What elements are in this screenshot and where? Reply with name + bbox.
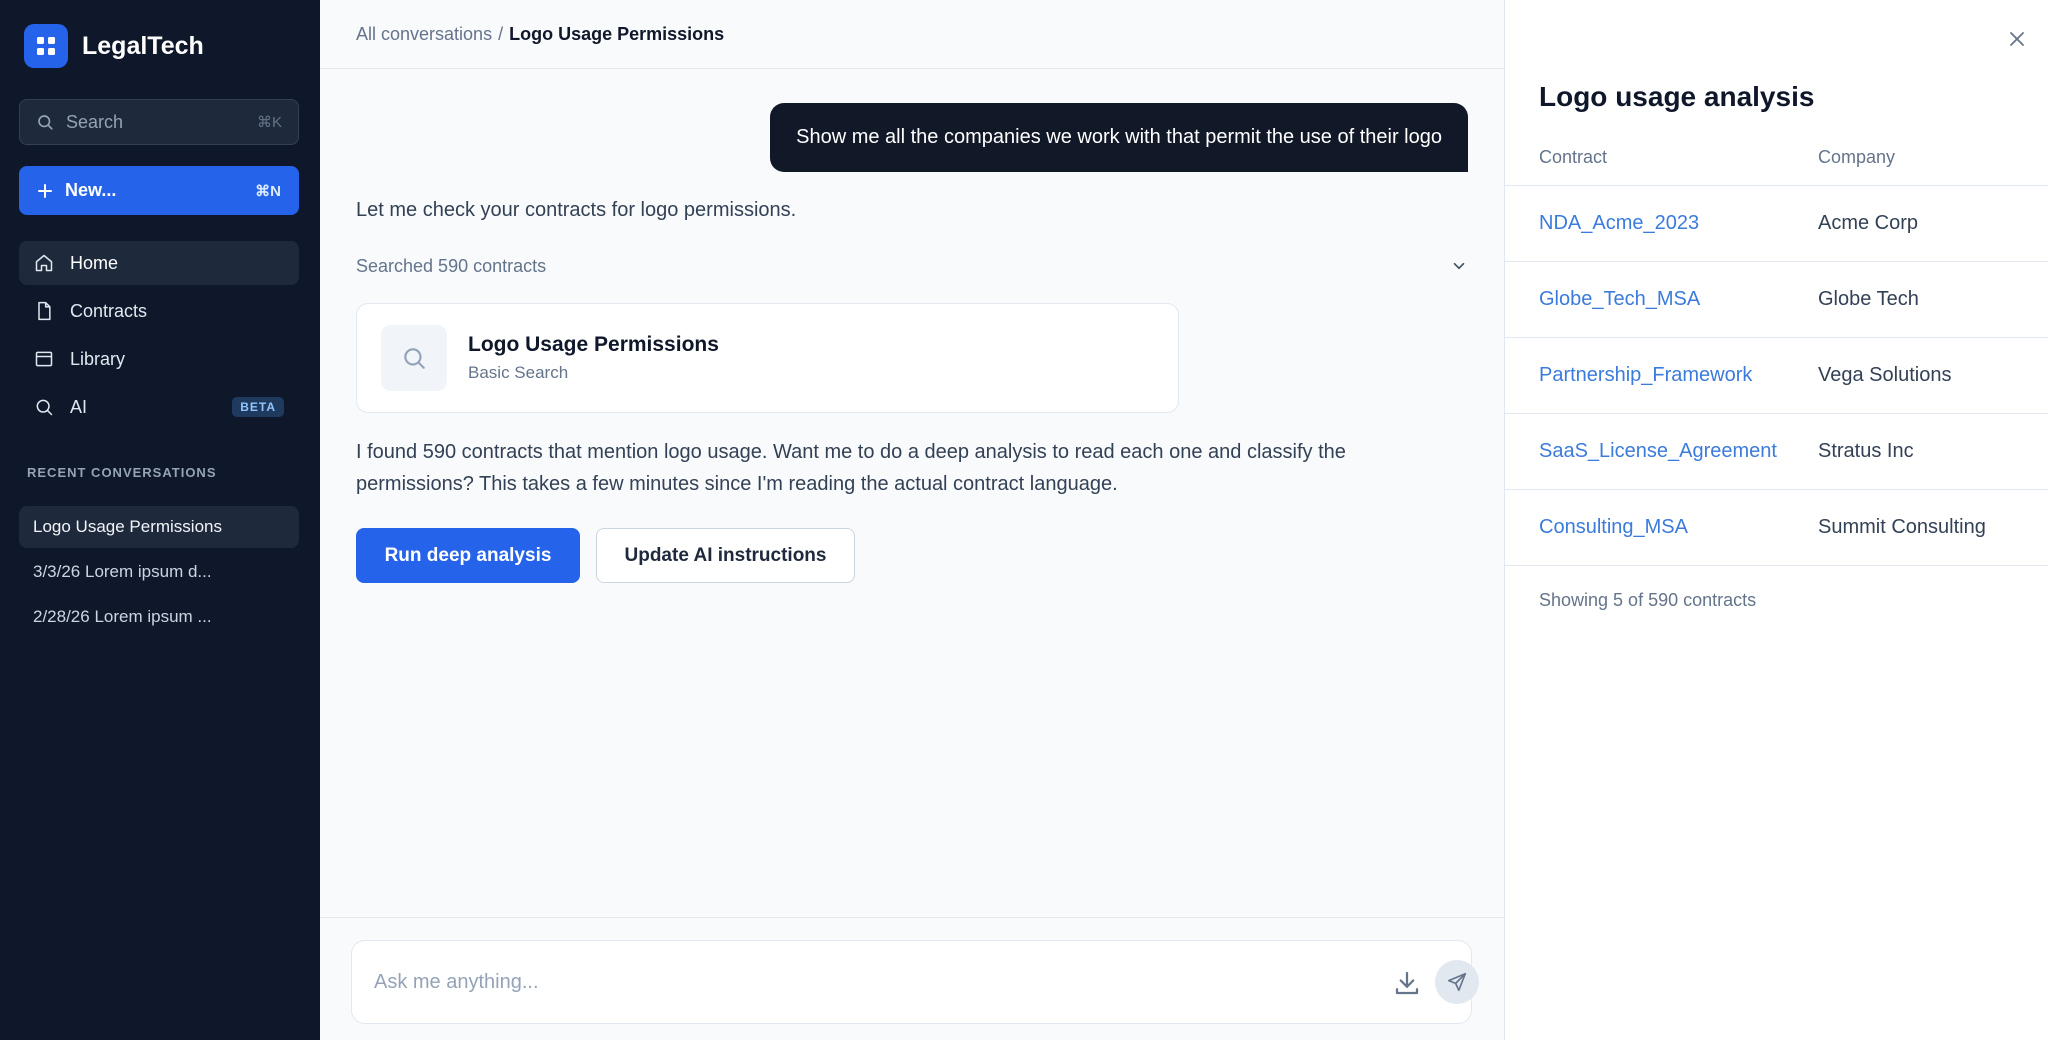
sidebar-item-label: AI: [70, 396, 88, 417]
contract-cell: NDA_Acme_2023: [1505, 212, 1818, 235]
table-row: Consulting_MSA Summit Consulting: [1505, 490, 2048, 566]
beta-badge: BETA: [232, 397, 284, 417]
assistant-message: I found 590 contracts that mention logo …: [356, 441, 1346, 495]
close-icon[interactable]: [2005, 27, 2029, 51]
searched-contracts-toggle[interactable]: Searched 590 contracts: [356, 252, 1468, 280]
recent-conversation-item[interactable]: 3/3/26 Lorem ipsum d...: [19, 551, 299, 593]
table-header: Contract Company: [1505, 130, 2048, 186]
breadcrumb-current: Logo Usage Permissions: [509, 23, 725, 44]
search-label: Search: [66, 111, 124, 132]
column-header-contract: Contract: [1539, 147, 1608, 167]
user-message: Show me all the companies we work with t…: [770, 103, 1468, 172]
results-table: Contract Company NDA_Acme_2023 Acme Corp…: [1505, 130, 2048, 566]
file-icon: [34, 301, 54, 321]
contract-cell: Globe_Tech_MSA: [1505, 288, 1818, 311]
table-row: NDA_Acme_2023 Acme Corp: [1505, 186, 2048, 262]
contract-cell: SaaS_License_Agreement: [1505, 440, 1818, 463]
composer-area: [320, 917, 1504, 1040]
sidebar-item-label: Home: [70, 252, 119, 273]
new-button[interactable]: New... ⌘N: [19, 166, 299, 215]
analysis-panel: Logo usage analysis Contract Company NDA…: [1504, 0, 2048, 1040]
send-button[interactable]: [1435, 960, 1479, 1004]
contract-cell: Consulting_MSA: [1505, 516, 1818, 539]
assistant-message: Let me check your contracts for logo per…: [356, 199, 797, 221]
company-cell: Globe Tech: [1818, 288, 1919, 310]
sidebar-item-contracts[interactable]: Contracts: [19, 289, 299, 333]
panel-title: Logo usage analysis: [1539, 81, 1815, 112]
chevron-down-icon: [1450, 257, 1468, 275]
library-icon: [34, 349, 54, 369]
send-icon: [1446, 971, 1468, 993]
company-cell: Vega Solutions: [1818, 364, 1952, 386]
breadcrumb: All conversations / Logo Usage Permissio…: [320, 0, 1504, 69]
chat-main: All conversations / Logo Usage Permissio…: [320, 0, 1504, 1040]
breadcrumb-parent[interactable]: All conversations: [356, 24, 492, 45]
sidebar-item-library[interactable]: Library: [19, 337, 299, 381]
tool-result-card[interactable]: Logo Usage Permissions Basic Search: [356, 303, 1179, 413]
recent-conversation-item[interactable]: Logo Usage Permissions: [19, 506, 299, 548]
search-icon: [36, 113, 54, 131]
contract-link[interactable]: NDA_Acme_2023: [1539, 212, 1699, 234]
table-row: Partnership_Framework Vega Solutions: [1505, 338, 2048, 414]
sidebar-item-home[interactable]: Home: [19, 241, 299, 285]
contract-link[interactable]: Partnership_Framework: [1539, 364, 1752, 386]
sidebar-item-ai[interactable]: AI BETA: [19, 385, 299, 429]
download-icon[interactable]: [1392, 968, 1422, 998]
company-cell: Stratus Inc: [1818, 440, 1914, 462]
app-name: LegalTech: [82, 31, 204, 60]
sidebar-item-label: Contracts: [70, 300, 148, 321]
sidebar: LegalTech Search ⌘K New... ⌘N Home Contr…: [0, 0, 320, 1040]
app-logo-icon: [24, 24, 68, 68]
new-button-label: New...: [65, 180, 117, 200]
contract-link[interactable]: Globe_Tech_MSA: [1539, 288, 1700, 310]
run-deep-analysis-button[interactable]: Run deep analysis: [356, 528, 580, 583]
company-cell: Summit Consulting: [1818, 516, 1986, 538]
recent-conversations-list: Logo Usage Permissions 3/3/26 Lorem ipsu…: [19, 506, 299, 641]
breadcrumb-separator: /: [498, 23, 504, 44]
sidebar-nav: Home Contracts Library AI BETA: [19, 241, 299, 433]
results-count: Showing 5 of 590 contracts: [1539, 590, 1757, 610]
sidebar-search[interactable]: Search ⌘K: [19, 99, 299, 145]
search-icon: [381, 325, 447, 391]
composer: [351, 940, 1479, 1024]
update-ai-instructions-button[interactable]: Update AI instructions: [596, 528, 855, 583]
company-cell: Acme Corp: [1818, 212, 1919, 234]
tool-result-text: Logo Usage Permissions Basic Search: [468, 333, 719, 383]
table-row: SaaS_License_Agreement Stratus Inc: [1505, 414, 2048, 490]
recent-conversations-header: RECENT CONVERSATIONS: [27, 465, 217, 480]
contract-link[interactable]: Consulting_MSA: [1539, 516, 1688, 538]
sidebar-item-label: Library: [70, 348, 126, 369]
table-row: Globe_Tech_MSA Globe Tech: [1505, 262, 2048, 338]
column-header-company: Company: [1818, 147, 1896, 167]
recent-conversation-item[interactable]: 2/28/26 Lorem ipsum ...: [19, 596, 299, 638]
searched-contracts-label: Searched 590 contracts: [356, 255, 547, 276]
search-icon: [34, 397, 54, 417]
chat-input[interactable]: [374, 961, 1274, 1003]
tool-result-subtitle: Basic Search: [468, 363, 569, 382]
brand[interactable]: LegalTech: [24, 24, 204, 68]
new-button-shortcut: ⌘N: [255, 182, 281, 200]
contract-link[interactable]: SaaS_License_Agreement: [1539, 440, 1777, 462]
search-shortcut: ⌘K: [256, 114, 282, 131]
contract-cell: Partnership_Framework: [1505, 364, 1818, 387]
tool-result-title: Logo Usage Permissions: [468, 333, 719, 356]
plus-icon: [37, 183, 53, 199]
home-icon: [34, 253, 54, 273]
